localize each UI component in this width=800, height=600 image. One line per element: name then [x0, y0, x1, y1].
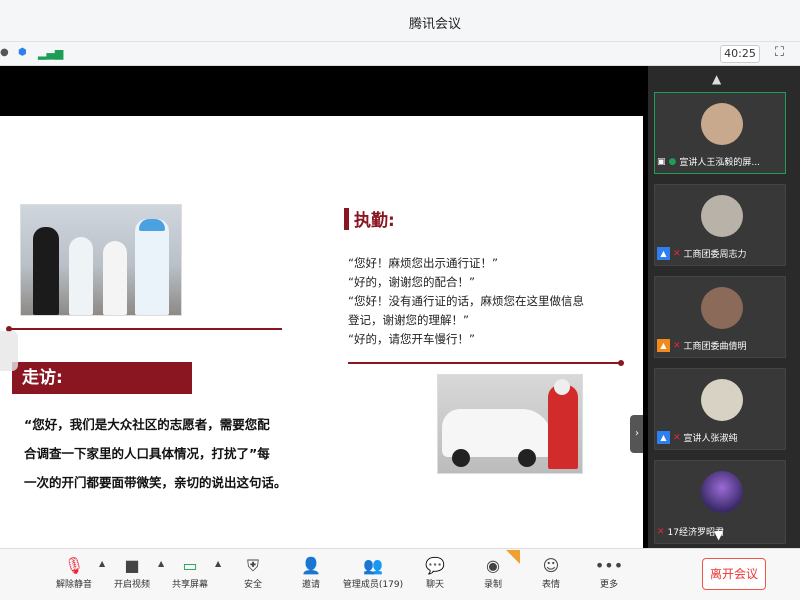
duty-title-marker: [344, 208, 349, 230]
avatar: [701, 195, 743, 237]
visit-line: 一次的开门都要面带微笑，亲切的说出这句话。: [24, 475, 287, 490]
chat-button[interactable]: 💬 聊天: [420, 555, 450, 590]
members-icon: 👥: [363, 556, 383, 575]
avatar: [701, 471, 743, 513]
duty-quotes: “您好！麻烦您出示通行证！” “好的，谢谢您的配合！” “您好！没有通行证的话，…: [348, 254, 618, 349]
shared-screen-area: 走访: “您好，我们是大众社区的志愿者，需要您配 合调查一下家里的人口具体情况，…: [0, 66, 648, 588]
share-screen-button[interactable]: ▭ 共享屏幕: [170, 555, 210, 590]
info-icon[interactable]: ●: [0, 47, 9, 58]
add-user-icon: 👤: [301, 556, 321, 575]
meeting-info-bar: ● ⬢ ▂▄▆ 40:25 ⛶: [0, 42, 800, 66]
slide-prev-handle[interactable]: [0, 331, 18, 371]
title-bar: 腾讯会议: [0, 0, 800, 42]
participant-name: 宣讲人王泓毅的屏...: [679, 158, 760, 168]
visit-section-title: 走访:: [12, 362, 192, 394]
volunteer-photo: [20, 204, 182, 316]
more-icon: •••: [594, 556, 624, 575]
fullscreen-icon[interactable]: ⛶: [775, 45, 784, 60]
shield-icon: ⛨: [246, 556, 259, 575]
meeting-timer: 40:25: [720, 45, 760, 63]
shield-icon[interactable]: ⬢: [18, 47, 27, 58]
smiley-icon: ☺: [542, 556, 560, 575]
duty-quote-line: “您好！没有通行证的话，麻烦您在这里做信息: [348, 294, 584, 308]
chevron-up-icon[interactable]: ▲: [99, 559, 105, 568]
unmute-button[interactable]: 🎙 解除静音: [54, 555, 94, 590]
scroll-down-icon[interactable]: ▼: [714, 528, 723, 542]
mic-on-icon: ●: [668, 156, 677, 167]
avatar: [701, 287, 743, 329]
visit-line: 合调查一下家里的人口具体情况，打扰了”每: [24, 446, 270, 461]
start-video-button[interactable]: ■ 开启视频: [112, 555, 152, 590]
avatar: [701, 379, 743, 421]
leave-meeting-button[interactable]: 离开会议: [702, 558, 766, 590]
mic-muted-icon: ✕: [657, 526, 665, 537]
mic-muted-icon: ✕: [673, 432, 681, 443]
manage-members-button[interactable]: 👥 管理成员(179): [340, 555, 406, 590]
security-button[interactable]: ⛨ 安全: [236, 555, 270, 590]
visit-paragraph: “您好，我们是大众社区的志愿者，需要您配 合调查一下家里的人口具体情况，打扰了”…: [24, 410, 324, 497]
more-button[interactable]: ••• 更多: [594, 555, 624, 590]
duty-quote-line: “好的，请您开车慢行！”: [348, 332, 475, 346]
participant-tile[interactable]: ▲ ✕ 宣讲人张淑纯: [654, 368, 786, 450]
user-icon: ▲: [657, 431, 670, 444]
record-icon: ◉: [486, 556, 500, 575]
duty-quote-line: “好的，谢谢您的配合！”: [348, 275, 475, 289]
reactions-button[interactable]: ☺ 表情: [536, 555, 566, 590]
participant-tile[interactable]: ▲ ✕ 工商团委周志力: [654, 184, 786, 266]
invite-button[interactable]: 👤 邀请: [294, 555, 328, 590]
mic-muted-icon: ✕: [673, 248, 681, 259]
participant-tile[interactable]: ▣ ● 宣讲人王泓毅的屏...: [654, 92, 786, 174]
window-title: 腾讯会议: [408, 17, 461, 32]
participant-name: 工商团委周志力: [683, 250, 747, 260]
duty-section-title: 执勤:: [354, 211, 395, 231]
record-button[interactable]: ◉ 录制: [478, 555, 508, 590]
chevron-up-icon[interactable]: ▲: [215, 559, 221, 568]
chevron-up-icon[interactable]: ▲: [158, 559, 164, 568]
record-badge-icon: [506, 550, 520, 564]
scroll-up-icon[interactable]: ▲: [712, 72, 721, 86]
camera-off-icon: ■: [124, 556, 140, 575]
presentation-slide: 走访: “您好，我们是大众社区的志愿者，需要您配 合调查一下家里的人口具体情况，…: [0, 116, 643, 588]
user-icon: ▲: [657, 339, 670, 352]
participant-gallery: ▲ ▣ ● 宣讲人王泓毅的屏... ▲ ✕ 工商团委周志力 ▲ ✕ 工商团委曲倩…: [648, 66, 800, 548]
share-screen-icon: ▭: [182, 556, 198, 575]
visit-line: “您好，我们是大众社区的志愿者，需要您配: [24, 417, 270, 432]
meeting-toolbar: 🎙 解除静音 ▲ ■ 开启视频 ▲ ▭ 共享屏幕 ▲ ⛨ 安全 👤 邀请 👥 管…: [0, 548, 800, 600]
participant-tile[interactable]: ▲ ✕ 工商团委曲倩明: [654, 276, 786, 358]
signal-icon[interactable]: ▂▄▆: [38, 47, 63, 60]
screen-share-icon: ▣: [657, 156, 666, 167]
checkpoint-car-photo: [437, 374, 583, 474]
participant-name: 工商团委曲倩明: [683, 342, 747, 352]
mic-muted-icon: 🎙: [63, 556, 85, 575]
duty-quote-line: “您好！麻烦您出示通行证！”: [348, 256, 498, 270]
user-icon: ▲: [657, 247, 670, 260]
mic-muted-icon: ✕: [673, 340, 681, 351]
chat-icon: 💬: [425, 556, 445, 575]
duty-quote-line: 登记，谢谢您的理解！”: [348, 313, 469, 327]
avatar: [701, 103, 743, 145]
slide-next-arrow[interactable]: ›: [630, 415, 643, 453]
participant-name: 宣讲人张淑纯: [683, 434, 738, 444]
